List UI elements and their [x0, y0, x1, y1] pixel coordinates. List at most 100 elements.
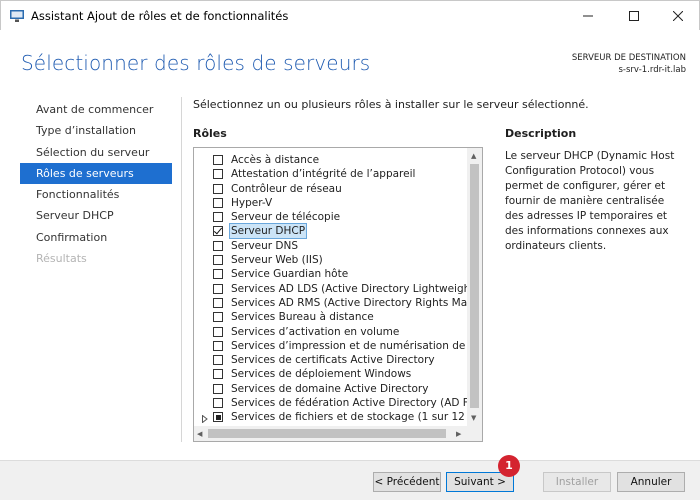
role-row[interactable]: Serveur DNS: [194, 239, 468, 253]
nav-item-server-selection[interactable]: Sélection du serveur: [20, 142, 172, 163]
role-label: Attestation d’intégrité de l’appareil: [231, 168, 416, 181]
role-checkbox[interactable]: [213, 183, 223, 194]
role-row[interactable]: Accès à distance: [194, 153, 468, 167]
horizontal-scrollbar[interactable]: ◀ ▶: [194, 426, 468, 441]
annotation-badge: 1: [498, 455, 520, 477]
nav-item-before-you-begin[interactable]: Avant de commencer: [20, 99, 172, 120]
role-label: Serveur DHCP: [229, 223, 308, 240]
roles-list[interactable]: Accès à distance Attestation d’intégrité …: [193, 147, 483, 442]
minimize-icon: [583, 15, 593, 17]
description-heading: Description: [505, 127, 577, 140]
role-row[interactable]: Serveur DHCP: [194, 223, 468, 240]
title-bar: Assistant Ajout de rôles et de fonctionn…: [0, 0, 700, 30]
role-checkbox[interactable]: [213, 398, 223, 409]
role-checkbox[interactable]: [213, 269, 223, 280]
wizard-header: Sélectionner des rôles de serveurs SERVE…: [0, 30, 700, 89]
role-checkbox[interactable]: [213, 155, 223, 165]
close-icon: [673, 11, 683, 21]
scroll-right-icon[interactable]: ▶: [456, 430, 461, 438]
nav-item-dhcp-server[interactable]: Serveur DHCP: [20, 205, 172, 226]
nav-item-installation-type[interactable]: Type d’installation: [20, 120, 172, 141]
vertical-scrollbar[interactable]: ▲ ▼: [467, 148, 482, 426]
role-label: Serveur Web (IIS): [231, 254, 323, 267]
nav-item-features[interactable]: Fonctionnalités: [20, 184, 172, 205]
role-row[interactable]: Services Bureau à distance: [194, 310, 468, 324]
role-label: Services d’impression et de numérisation…: [231, 339, 468, 352]
role-checkbox[interactable]: [213, 212, 223, 223]
destination-server-name: s-srv-1.rdr-it.lab: [618, 65, 686, 75]
role-checkbox[interactable]: [213, 355, 223, 366]
cancel-button[interactable]: Annuler: [617, 472, 685, 492]
scroll-up-icon[interactable]: ▲: [471, 152, 476, 160]
maximize-icon: [629, 11, 639, 21]
role-checkbox[interactable]: [213, 255, 223, 266]
role-row[interactable]: Contrôleur de réseau: [194, 182, 468, 196]
vertical-scroll-thumb[interactable]: [470, 164, 479, 408]
install-button: Installer: [543, 472, 611, 492]
role-label: Services Bureau à distance: [231, 311, 374, 324]
role-row[interactable]: Services d’activation en volume: [194, 325, 468, 339]
role-row[interactable]: Serveur de télécopie: [194, 210, 468, 224]
nav-item-server-roles[interactable]: Rôles de serveurs: [20, 162, 172, 185]
role-checkbox[interactable]: [213, 412, 223, 423]
role-row[interactable]: Services AD LDS (Active Directory Lightw…: [194, 282, 468, 296]
role-label: Services de fédération Active Directory …: [231, 397, 468, 410]
nav-item-confirmation[interactable]: Confirmation: [20, 227, 172, 248]
role-checkbox[interactable]: [213, 369, 223, 380]
role-checkbox[interactable]: [213, 326, 223, 337]
role-label: Services de certificats Active Directory: [231, 354, 435, 367]
role-row[interactable]: Services de déploiement Windows: [194, 367, 468, 381]
role-label: Serveur de télécopie: [231, 211, 341, 224]
role-checkbox[interactable]: [213, 283, 223, 294]
nav-item-results: Résultats: [36, 252, 87, 266]
role-checkbox[interactable]: [213, 340, 223, 351]
maximize-button[interactable]: [611, 1, 657, 31]
role-checkbox[interactable]: [213, 383, 223, 394]
role-label: Serveur DNS: [231, 239, 299, 252]
role-row[interactable]: Hyper-V: [194, 196, 468, 210]
role-row[interactable]: Services d’impression et de numérisation…: [194, 339, 468, 353]
role-row[interactable]: Services de certificats Active Directory: [194, 353, 468, 367]
role-checkbox[interactable]: [213, 226, 223, 237]
role-row[interactable]: Attestation d’intégrité de l’appareil: [194, 167, 468, 181]
horizontal-scroll-thumb[interactable]: [208, 429, 446, 438]
wizard-nav: Avant de commencer Type d’installation S…: [20, 99, 172, 269]
scrollbar-corner: [467, 426, 482, 441]
previous-button[interactable]: < Précédent: [373, 472, 441, 492]
role-label: Services de déploiement Windows: [231, 368, 412, 381]
role-row[interactable]: Service Guardian hôte: [194, 267, 468, 281]
wizard-footer: < Précédent Suivant > Installer Annuler: [0, 460, 700, 500]
role-row[interactable]: Services AD RMS (Active Directory Rights…: [194, 296, 468, 310]
destination-server-label: SERVEUR DE DESTINATION: [571, 53, 686, 63]
role-row[interactable]: Serveur Web (IIS): [194, 253, 468, 267]
page-title: Sélectionner des rôles de serveurs: [21, 51, 371, 75]
scroll-left-icon[interactable]: ◀: [197, 430, 202, 438]
role-checkbox[interactable]: [213, 312, 223, 323]
window-title: Assistant Ajout de rôles et de fonctionn…: [31, 9, 289, 23]
nav-divider: [181, 97, 182, 442]
role-label: Accès à distance: [231, 154, 320, 166]
role-checkbox[interactable]: [213, 240, 223, 251]
role-label: Services AD LDS (Active Directory Lightw…: [231, 282, 468, 295]
role-row[interactable]: Services de domaine Active Directory: [194, 382, 468, 396]
instruction-text: Sélectionnez un ou plusieurs rôles à ins…: [193, 98, 589, 111]
role-label: Contrôleur de réseau: [231, 182, 342, 195]
expand-arrow-icon[interactable]: [202, 413, 208, 424]
role-checkbox[interactable]: [213, 197, 223, 208]
role-label: Services de domaine Active Directory: [231, 382, 429, 395]
role-label: Service Guardian hôte: [231, 268, 349, 281]
role-row[interactable]: Services de fichiers et de stockage (1 s…: [194, 410, 468, 424]
roles-heading: Rôles: [193, 127, 227, 140]
roles-list-items: Accès à distance Attestation d’intégrité …: [194, 153, 468, 428]
description-text: Le serveur DHCP (Dynamic Host Configurat…: [505, 150, 675, 252]
role-checkbox[interactable]: [213, 169, 223, 180]
role-label: Hyper-V: [231, 196, 273, 209]
server-manager-icon: [10, 10, 24, 22]
role-checkbox[interactable]: [213, 297, 223, 308]
role-label: Services de fichiers et de stockage (1 s…: [231, 411, 468, 424]
scroll-down-icon[interactable]: ▼: [471, 414, 476, 422]
close-button[interactable]: [655, 1, 700, 31]
role-label: Services AD RMS (Active Directory Rights…: [231, 296, 468, 309]
minimize-button[interactable]: [565, 1, 611, 31]
role-row[interactable]: Services de fédération Active Directory …: [194, 396, 468, 410]
